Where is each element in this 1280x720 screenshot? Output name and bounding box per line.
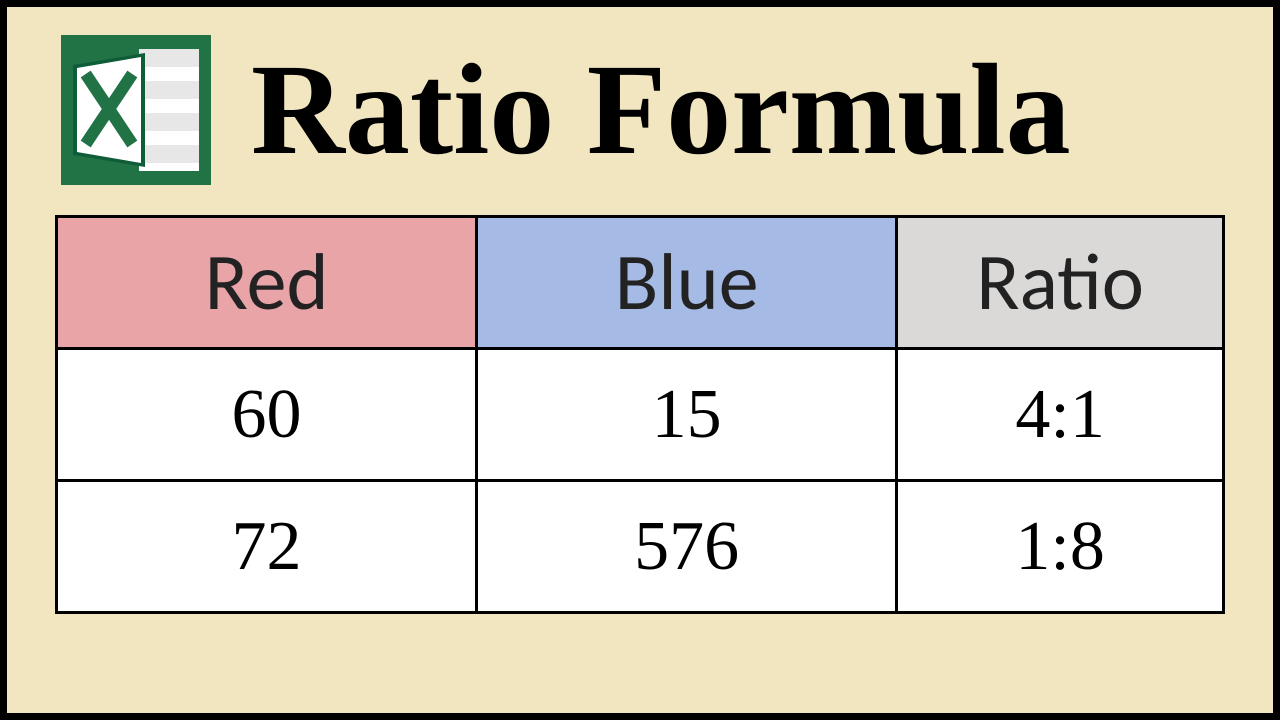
cell-red: 60 <box>57 349 477 481</box>
table-row: 72 576 1:8 <box>57 481 1224 613</box>
excel-icon <box>61 35 211 185</box>
header: Ratio Formula <box>55 35 1225 185</box>
cell-red: 72 <box>57 481 477 613</box>
table-header-row: Red Blue Ratio <box>57 217 1224 349</box>
page-title: Ratio Formula <box>251 45 1071 175</box>
col-header-ratio: Ratio <box>897 217 1224 349</box>
ratio-table: Red Blue Ratio 60 15 4:1 72 576 1:8 <box>55 215 1225 614</box>
col-header-blue: Blue <box>477 217 897 349</box>
col-header-red: Red <box>57 217 477 349</box>
cell-ratio: 4:1 <box>897 349 1224 481</box>
table-row: 60 15 4:1 <box>57 349 1224 481</box>
cell-blue: 15 <box>477 349 897 481</box>
slide-card: Ratio Formula Red Blue Ratio 60 15 4:1 <box>3 3 1277 717</box>
cell-blue: 576 <box>477 481 897 613</box>
cell-ratio: 1:8 <box>897 481 1224 613</box>
